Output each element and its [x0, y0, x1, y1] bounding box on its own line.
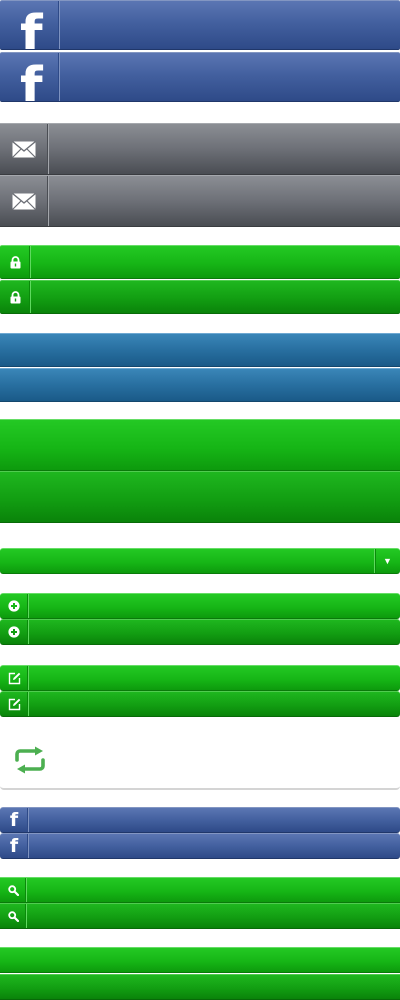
facebook-icon: f [9, 808, 19, 831]
divider [48, 124, 49, 174]
divider [26, 878, 27, 902]
divider [28, 620, 29, 644]
facebook-button-small[interactable]: f [0, 807, 400, 833]
divider [59, 1, 60, 49]
plus-circle-icon [0, 620, 28, 644]
blue-button[interactable] [0, 333, 400, 367]
edit-icon [0, 666, 28, 690]
divider [30, 246, 31, 278]
search-icon [0, 904, 26, 928]
divider [30, 281, 31, 313]
facebook-button-large[interactable]: f [0, 0, 400, 50]
green-button-large-pressed[interactable] [0, 471, 400, 523]
green-button-small[interactable] [0, 947, 400, 973]
facebook-button-small-pressed[interactable]: f [0, 833, 400, 859]
email-button[interactable] [0, 123, 400, 175]
lock-button[interactable] [0, 245, 400, 279]
lock-icon [0, 281, 30, 313]
divider [48, 176, 49, 226]
search-button-pressed[interactable] [0, 903, 400, 929]
retweet-icon [10, 732, 50, 788]
edit-button[interactable] [0, 665, 400, 691]
green-button-large[interactable] [0, 419, 400, 471]
blue-button-pressed[interactable] [0, 368, 400, 402]
divider [26, 904, 27, 928]
green-dropdown[interactable]: ▼ [0, 548, 400, 574]
search-icon [0, 878, 26, 902]
green-button-small-pressed[interactable] [0, 974, 400, 1000]
divider [28, 834, 29, 858]
add-button-pressed[interactable] [0, 619, 400, 645]
add-button[interactable] [0, 593, 400, 619]
mail-icon [0, 124, 48, 174]
retweet-card[interactable] [0, 732, 400, 790]
chevron-down-icon: ▼ [383, 555, 392, 566]
mail-icon [0, 176, 48, 226]
lock-button-pressed[interactable] [0, 280, 400, 314]
divider [28, 666, 29, 690]
divider [28, 594, 29, 618]
facebook-button-large-pressed[interactable]: f [0, 52, 400, 102]
dropdown-toggle[interactable]: ▼ [374, 549, 400, 573]
email-button-pressed[interactable] [0, 175, 400, 227]
divider [28, 692, 29, 716]
divider [28, 808, 29, 832]
facebook-icon: f [20, 57, 43, 102]
lock-icon [0, 246, 30, 278]
edit-icon [0, 692, 28, 716]
facebook-icon: f [20, 5, 43, 50]
search-button[interactable] [0, 877, 400, 903]
plus-circle-icon [0, 594, 28, 618]
edit-button-pressed[interactable] [0, 691, 400, 717]
facebook-icon: f [9, 834, 19, 857]
divider [59, 53, 60, 101]
